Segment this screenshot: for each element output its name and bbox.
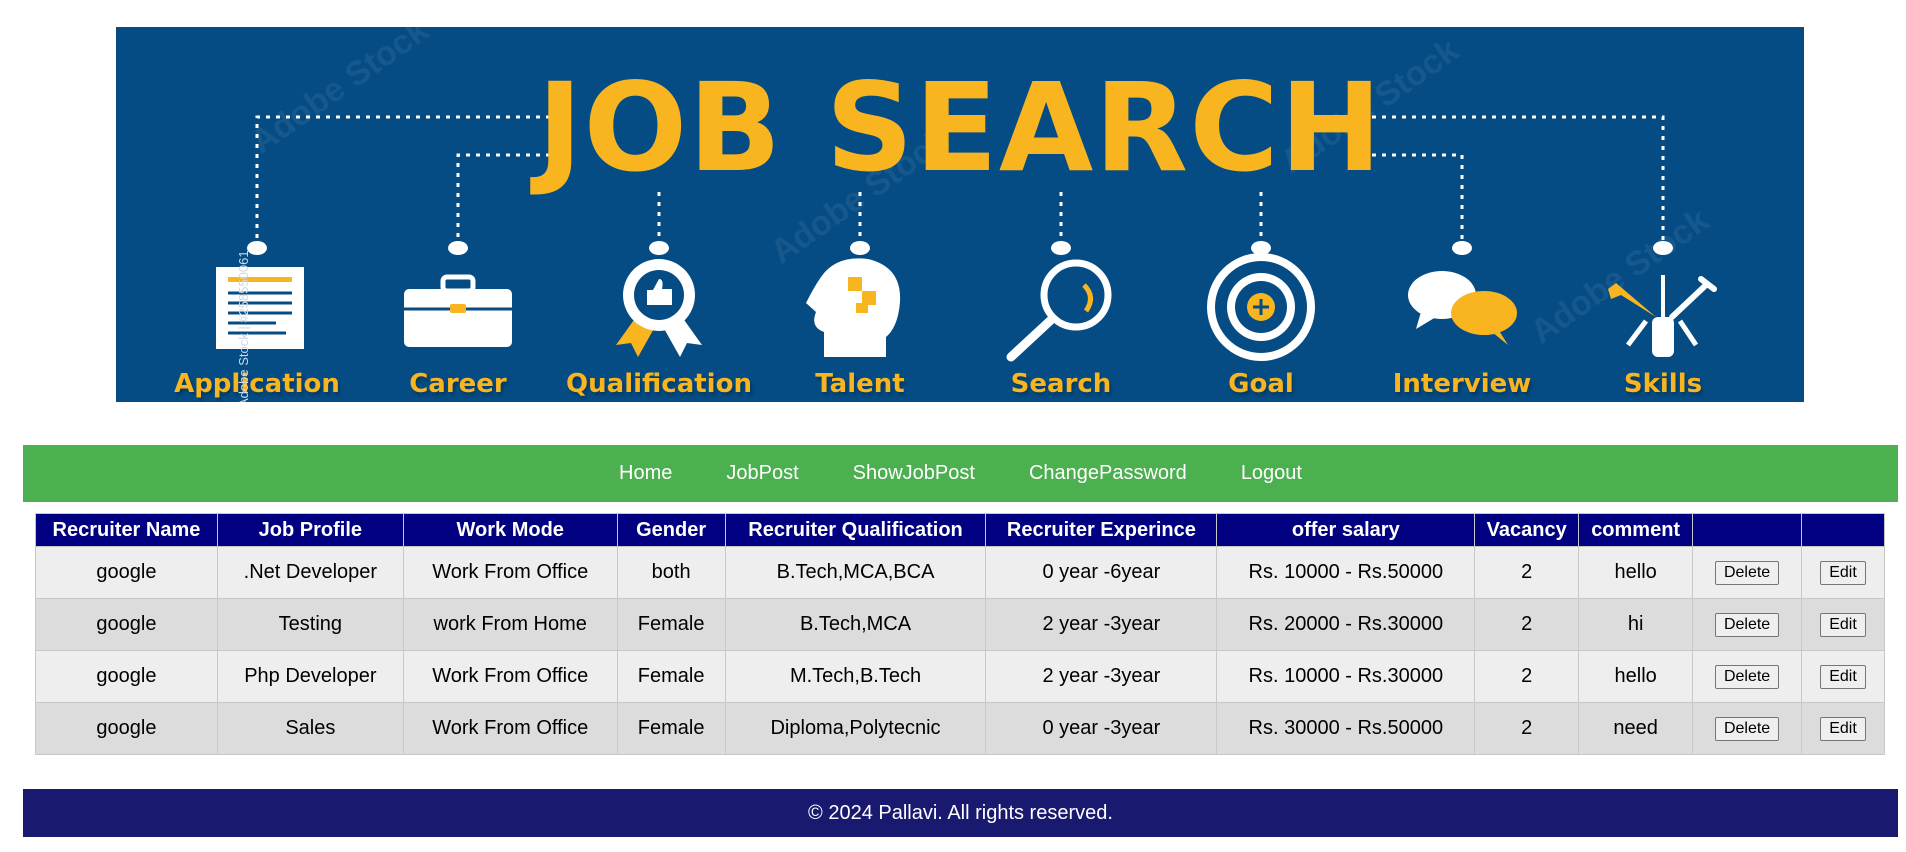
cell-vacancy: 2 (1474, 702, 1580, 755)
cell-job-profile: Testing (216, 598, 404, 651)
banner-label-career: Career (409, 369, 507, 399)
cell-recruiter-name: google (35, 546, 218, 599)
col-edit (1801, 513, 1885, 547)
cell-job-profile: Php Developer (216, 650, 404, 703)
table-header-row: Recruiter Name Job Profile Work Mode Gen… (35, 513, 1885, 547)
banner-label-skills: Skills (1623, 369, 1703, 399)
job-posts-table: Recruiter Name Job Profile Work Mode Gen… (35, 513, 1885, 755)
cell-work-mode: Work From Office (402, 702, 618, 755)
delete-button[interactable]: Delete (1714, 665, 1780, 689)
cell-salary: Rs. 10000 - Rs.30000 (1216, 650, 1476, 703)
cell-work-mode: Work From Office (402, 650, 618, 703)
cell-salary: Rs. 10000 - Rs.50000 (1216, 546, 1476, 599)
main-nav: Home JobPost ShowJobPost ChangePassword … (23, 445, 1898, 502)
cell-delete: Delete (1692, 702, 1803, 755)
nav-changepassword[interactable]: ChangePassword (1002, 462, 1214, 485)
award-badge-icon (616, 259, 702, 357)
cell-edit: Edit (1801, 598, 1885, 651)
cell-qualification: Diploma,Polytecnic (724, 702, 987, 755)
edit-button[interactable]: Edit (1820, 561, 1866, 585)
cell-comment: hello (1578, 650, 1694, 703)
col-vacancy: Vacancy (1474, 513, 1580, 547)
banner-credit: Adobe Stock | #258550061 (236, 250, 251, 402)
banner-label-application: Application (174, 369, 340, 399)
table-row: google Sales Work From Office Female Dip… (35, 702, 1885, 755)
table-row: google Testing work From Home Female B.T… (35, 598, 1885, 651)
edit-button[interactable]: Edit (1820, 717, 1866, 741)
cell-qualification: M.Tech,B.Tech (724, 650, 987, 703)
cell-recruiter-name: google (35, 598, 218, 651)
banner-label-talent: Talent (815, 369, 905, 399)
col-comment: comment (1578, 513, 1694, 547)
edit-button[interactable]: Edit (1820, 613, 1866, 637)
nav-home[interactable]: Home (592, 462, 699, 485)
cell-gender: both (616, 546, 726, 599)
head-puzzle-icon (806, 258, 901, 357)
cell-experience: 2 year -3year (985, 650, 1218, 703)
nav-jobpost[interactable]: JobPost (699, 462, 825, 485)
footer-copyright: © 2024 Pallavi. All rights reserved. (808, 801, 1113, 824)
col-recruiter-experince: Recruiter Experince (985, 513, 1218, 547)
nav-logout[interactable]: Logout (1214, 462, 1329, 485)
nav-showjobpost[interactable]: ShowJobPost (826, 462, 1002, 485)
table-row: google Php Developer Work From Office Fe… (35, 650, 1885, 703)
cell-comment: hi (1578, 598, 1694, 651)
cell-edit: Edit (1801, 650, 1885, 703)
magnifier-icon (1006, 259, 1112, 362)
cell-gender: Female (616, 650, 726, 703)
banner-label-goal: Goal (1228, 369, 1294, 399)
cell-job-profile: .Net Developer (216, 546, 404, 599)
briefcase-icon (404, 274, 512, 347)
cell-edit: Edit (1801, 546, 1885, 599)
cell-experience: 2 year -3year (985, 598, 1218, 651)
col-job-profile: Job Profile (216, 513, 404, 547)
delete-button[interactable]: Delete (1714, 613, 1780, 637)
col-delete (1692, 513, 1803, 547)
banner-label-interview: Interview (1392, 369, 1532, 399)
cell-work-mode: work From Home (402, 598, 618, 651)
target-icon (1207, 253, 1315, 361)
col-recruiter-name: Recruiter Name (35, 513, 218, 547)
application-form-icon (216, 267, 304, 349)
cell-delete: Delete (1692, 598, 1803, 651)
cell-salary: Rs. 20000 - Rs.30000 (1216, 598, 1476, 651)
cell-recruiter-name: google (35, 650, 218, 703)
cell-vacancy: 2 (1474, 650, 1580, 703)
cell-gender: Female (616, 598, 726, 651)
cell-comment: hello (1578, 546, 1694, 599)
cell-experience: 0 year -6year (985, 546, 1218, 599)
cell-edit: Edit (1801, 702, 1885, 755)
cell-recruiter-name: google (35, 702, 218, 755)
speech-bubbles-icon (1408, 271, 1517, 345)
col-offer-salary: offer salary (1216, 513, 1476, 547)
table-row: google .Net Developer Work From Office b… (35, 546, 1885, 599)
cell-job-profile: Sales (216, 702, 404, 755)
cell-delete: Delete (1692, 650, 1803, 703)
page-footer: © 2024 Pallavi. All rights reserved. (23, 789, 1898, 837)
cell-qualification: B.Tech,MCA,BCA (724, 546, 987, 599)
cell-vacancy: 2 (1474, 546, 1580, 599)
cell-vacancy: 2 (1474, 598, 1580, 651)
cell-comment: need (1578, 702, 1694, 755)
cell-salary: Rs. 30000 - Rs.50000 (1216, 702, 1476, 755)
delete-button[interactable]: Delete (1714, 561, 1780, 585)
col-recruiter-qualification: Recruiter Qualification (724, 513, 987, 547)
delete-button[interactable]: Delete (1714, 717, 1780, 741)
job-search-banner: Adobe Stock Adobe Stock Adobe Stock Adob… (116, 27, 1804, 402)
banner-label-search: Search (1010, 369, 1112, 399)
cell-work-mode: Work From Office (402, 546, 618, 599)
cell-experience: 0 year -3year (985, 702, 1218, 755)
banner-title: JOB SEARCH (537, 57, 1383, 199)
tools-icon (1608, 275, 1717, 357)
cell-gender: Female (616, 702, 726, 755)
col-gender: Gender (616, 513, 726, 547)
edit-button[interactable]: Edit (1820, 665, 1866, 689)
banner-label-qualification: Qualification (566, 369, 752, 399)
cell-qualification: B.Tech,MCA (724, 598, 987, 651)
cell-delete: Delete (1692, 546, 1803, 599)
col-work-mode: Work Mode (402, 513, 618, 547)
